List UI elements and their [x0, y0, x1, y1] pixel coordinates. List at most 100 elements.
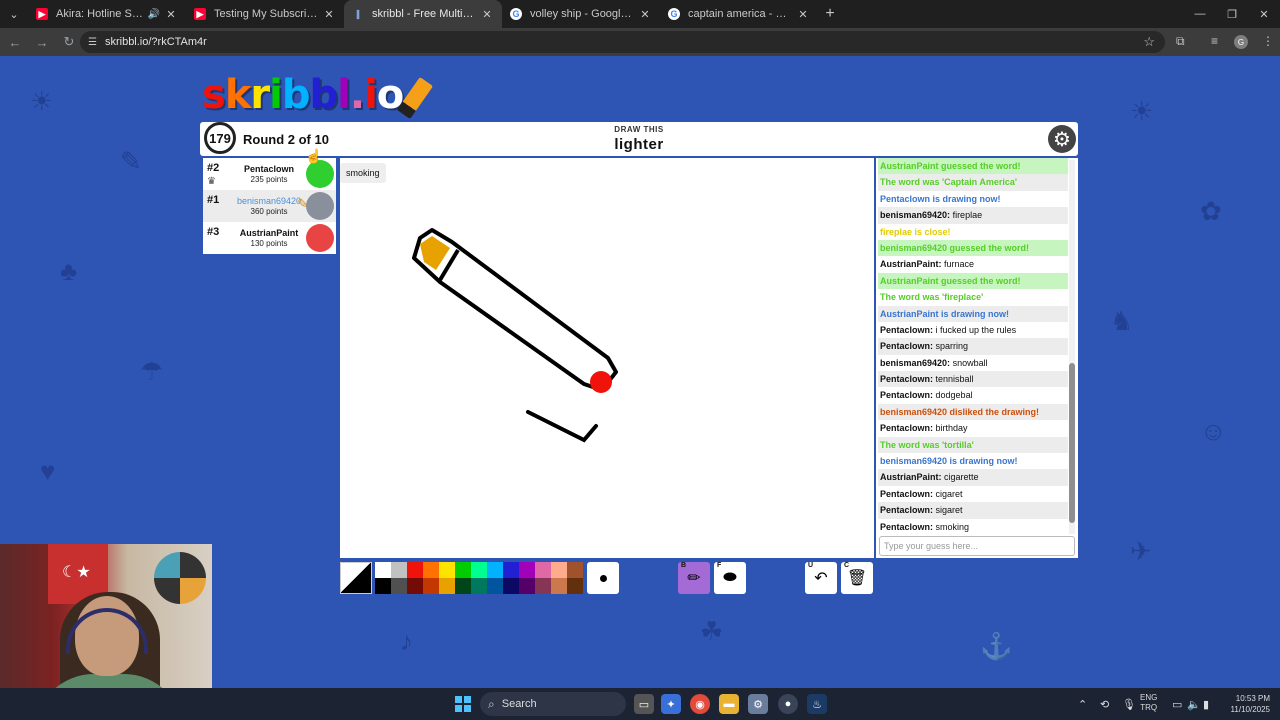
- volume-icon[interactable]: 🔈: [1187, 688, 1201, 720]
- forward-icon[interactable]: →: [30, 30, 54, 54]
- obs-icon[interactable]: ●: [778, 694, 798, 714]
- chat-scrollbar-thumb[interactable]: [1069, 363, 1075, 523]
- color-swatch[interactable]: [455, 562, 471, 578]
- windows-start-icon[interactable]: [455, 696, 471, 712]
- restore-icon[interactable]: ❐: [1216, 0, 1248, 28]
- color-swatch[interactable]: [567, 578, 583, 594]
- chat-message: fireplae is close!: [878, 224, 1068, 240]
- tab-search-icon[interactable]: ⌄: [0, 0, 28, 28]
- color-swatch[interactable]: [471, 578, 487, 594]
- chat-text: fireplae is close!: [880, 226, 951, 237]
- browser-tab[interactable]: G volley ship - Google Search ✕: [502, 0, 660, 28]
- close-window-icon[interactable]: ✕: [1248, 0, 1280, 28]
- chat-text: The word was 'tortilla': [880, 439, 974, 450]
- color-swatch[interactable]: [487, 578, 503, 594]
- copilot-icon[interactable]: ✦: [661, 694, 681, 714]
- browser-tab[interactable]: G captain america - Google Search ✕: [660, 0, 818, 28]
- input-language[interactable]: ENG TRQ: [1140, 693, 1157, 713]
- color-swatch[interactable]: [567, 562, 583, 578]
- close-icon[interactable]: ✕: [638, 8, 652, 21]
- chat-text: smoking: [935, 521, 970, 532]
- minimize-icon[interactable]: —: [1184, 0, 1216, 28]
- task-view-icon[interactable]: ▭: [634, 694, 654, 714]
- color-swatch[interactable]: [375, 562, 391, 578]
- clock-date: 11/10/2025: [1230, 705, 1270, 714]
- color-swatch[interactable]: [407, 578, 423, 594]
- tray-sync-icon[interactable]: ⟲: [1100, 688, 1109, 720]
- reload-icon[interactable]: ↻: [57, 30, 81, 54]
- trash-icon: 🗑: [846, 570, 868, 587]
- keyboard-layout: TRQ: [1140, 703, 1158, 712]
- color-swatch[interactable]: [551, 562, 567, 578]
- display-icon[interactable]: ▭: [1172, 688, 1182, 720]
- kebab-menu-icon[interactable]: ⋮: [1262, 34, 1274, 48]
- background-doodle-icon: ✿: [1200, 196, 1222, 226]
- player-row[interactable]: #3 AustrianPaint 130 points: [203, 222, 336, 254]
- chat-text: snowball: [952, 357, 988, 368]
- battery-icon[interactable]: ▮: [1203, 688, 1209, 720]
- color-swatch[interactable]: [487, 562, 503, 578]
- pencil-tool-button[interactable]: B ✏: [678, 562, 710, 594]
- color-swatch[interactable]: [503, 578, 519, 594]
- color-swatch[interactable]: [503, 562, 519, 578]
- new-tab-icon[interactable]: +: [818, 5, 842, 23]
- youtube-icon: ▶: [194, 8, 206, 20]
- settings-app-icon[interactable]: ⚙: [748, 694, 768, 714]
- settings-gear-icon[interactable]: ⚙: [1048, 125, 1076, 153]
- color-swatch[interactable]: [375, 578, 391, 594]
- close-icon[interactable]: ✕: [322, 8, 336, 21]
- browser-tab[interactable]: ▶ Testing My Subscribers' Struggl ✕: [186, 0, 344, 28]
- color-swatch[interactable]: [519, 578, 535, 594]
- brush-size-button[interactable]: [587, 562, 619, 594]
- bookmark-star-icon[interactable]: ☆: [1143, 34, 1155, 50]
- speaker-icon[interactable]: 🔊: [148, 9, 160, 20]
- site-info-icon[interactable]: ☰: [88, 37, 97, 48]
- tab-title: Akira: Hotline Spikes (Death: [56, 8, 144, 20]
- color-swatch[interactable]: [471, 562, 487, 578]
- tray-overflow-icon[interactable]: ⌃: [1078, 688, 1087, 720]
- drawing-canvas[interactable]: [340, 158, 874, 558]
- color-swatch[interactable]: [535, 578, 551, 594]
- fill-tool-button[interactable]: F ⬬: [714, 562, 746, 594]
- background-doodle-icon: ☀: [1130, 96, 1154, 126]
- back-icon[interactable]: ←: [3, 30, 27, 54]
- color-swatch[interactable]: [391, 578, 407, 594]
- clear-button[interactable]: C 🗑: [841, 562, 873, 594]
- microphone-icon[interactable]: 🎙: [1122, 688, 1136, 720]
- close-icon[interactable]: ✕: [480, 8, 494, 21]
- color-swatch[interactable]: [439, 578, 455, 594]
- chat-panel: AustrianPaint guessed the word! The word …: [876, 158, 1078, 558]
- profile-avatar[interactable]: G: [1234, 35, 1248, 49]
- media-control-icon[interactable]: ≡: [1211, 34, 1218, 48]
- chrome-icon[interactable]: ◉: [690, 694, 710, 714]
- chat-username: AustrianPaint:: [880, 259, 942, 270]
- undo-button[interactable]: U ↶: [805, 562, 837, 594]
- fill-bucket-icon: ⬬: [723, 569, 737, 586]
- color-swatch[interactable]: [519, 562, 535, 578]
- color-swatch[interactable]: [455, 578, 471, 594]
- chat-message: benisman69420 guessed the word!: [878, 239, 1068, 257]
- system-clock[interactable]: 10:53 PM 11/10/2025: [1222, 693, 1270, 715]
- close-icon[interactable]: ✕: [796, 8, 810, 21]
- file-explorer-icon[interactable]: ▬: [719, 694, 739, 714]
- guess-input[interactable]: [879, 536, 1075, 556]
- chat-message: AustrianPaint is drawing now!: [878, 305, 1068, 322]
- color-swatch[interactable]: [391, 562, 407, 578]
- color-swatch[interactable]: [423, 578, 439, 594]
- color-swatch[interactable]: [551, 578, 567, 594]
- taskbar-search[interactable]: ⌕ Search: [480, 692, 626, 716]
- background-doodle-icon: ✈: [1130, 536, 1152, 566]
- extensions-icon[interactable]: ⧉: [1176, 34, 1185, 49]
- close-icon[interactable]: ✕: [164, 8, 178, 21]
- browser-tab[interactable]: ▶ Akira: Hotline Spikes (Death 🔊 ✕: [28, 0, 186, 28]
- current-color-preview[interactable]: [340, 562, 372, 594]
- color-swatch[interactable]: [439, 562, 455, 578]
- color-swatch[interactable]: [423, 562, 439, 578]
- undo-icon: ↶: [814, 570, 828, 587]
- color-swatch[interactable]: [535, 562, 551, 578]
- color-swatch[interactable]: [407, 562, 423, 578]
- address-bar[interactable]: ☰ skribbl.io/?rkCTAm4r ☆: [80, 31, 1165, 53]
- browser-tab-active[interactable]: ∥ skribbl - Free Multiplayer Draw ✕: [344, 0, 502, 28]
- player-row[interactable]: #1 benisman69420 360 points ✎: [203, 190, 336, 222]
- steam-icon[interactable]: ♨: [807, 694, 827, 714]
